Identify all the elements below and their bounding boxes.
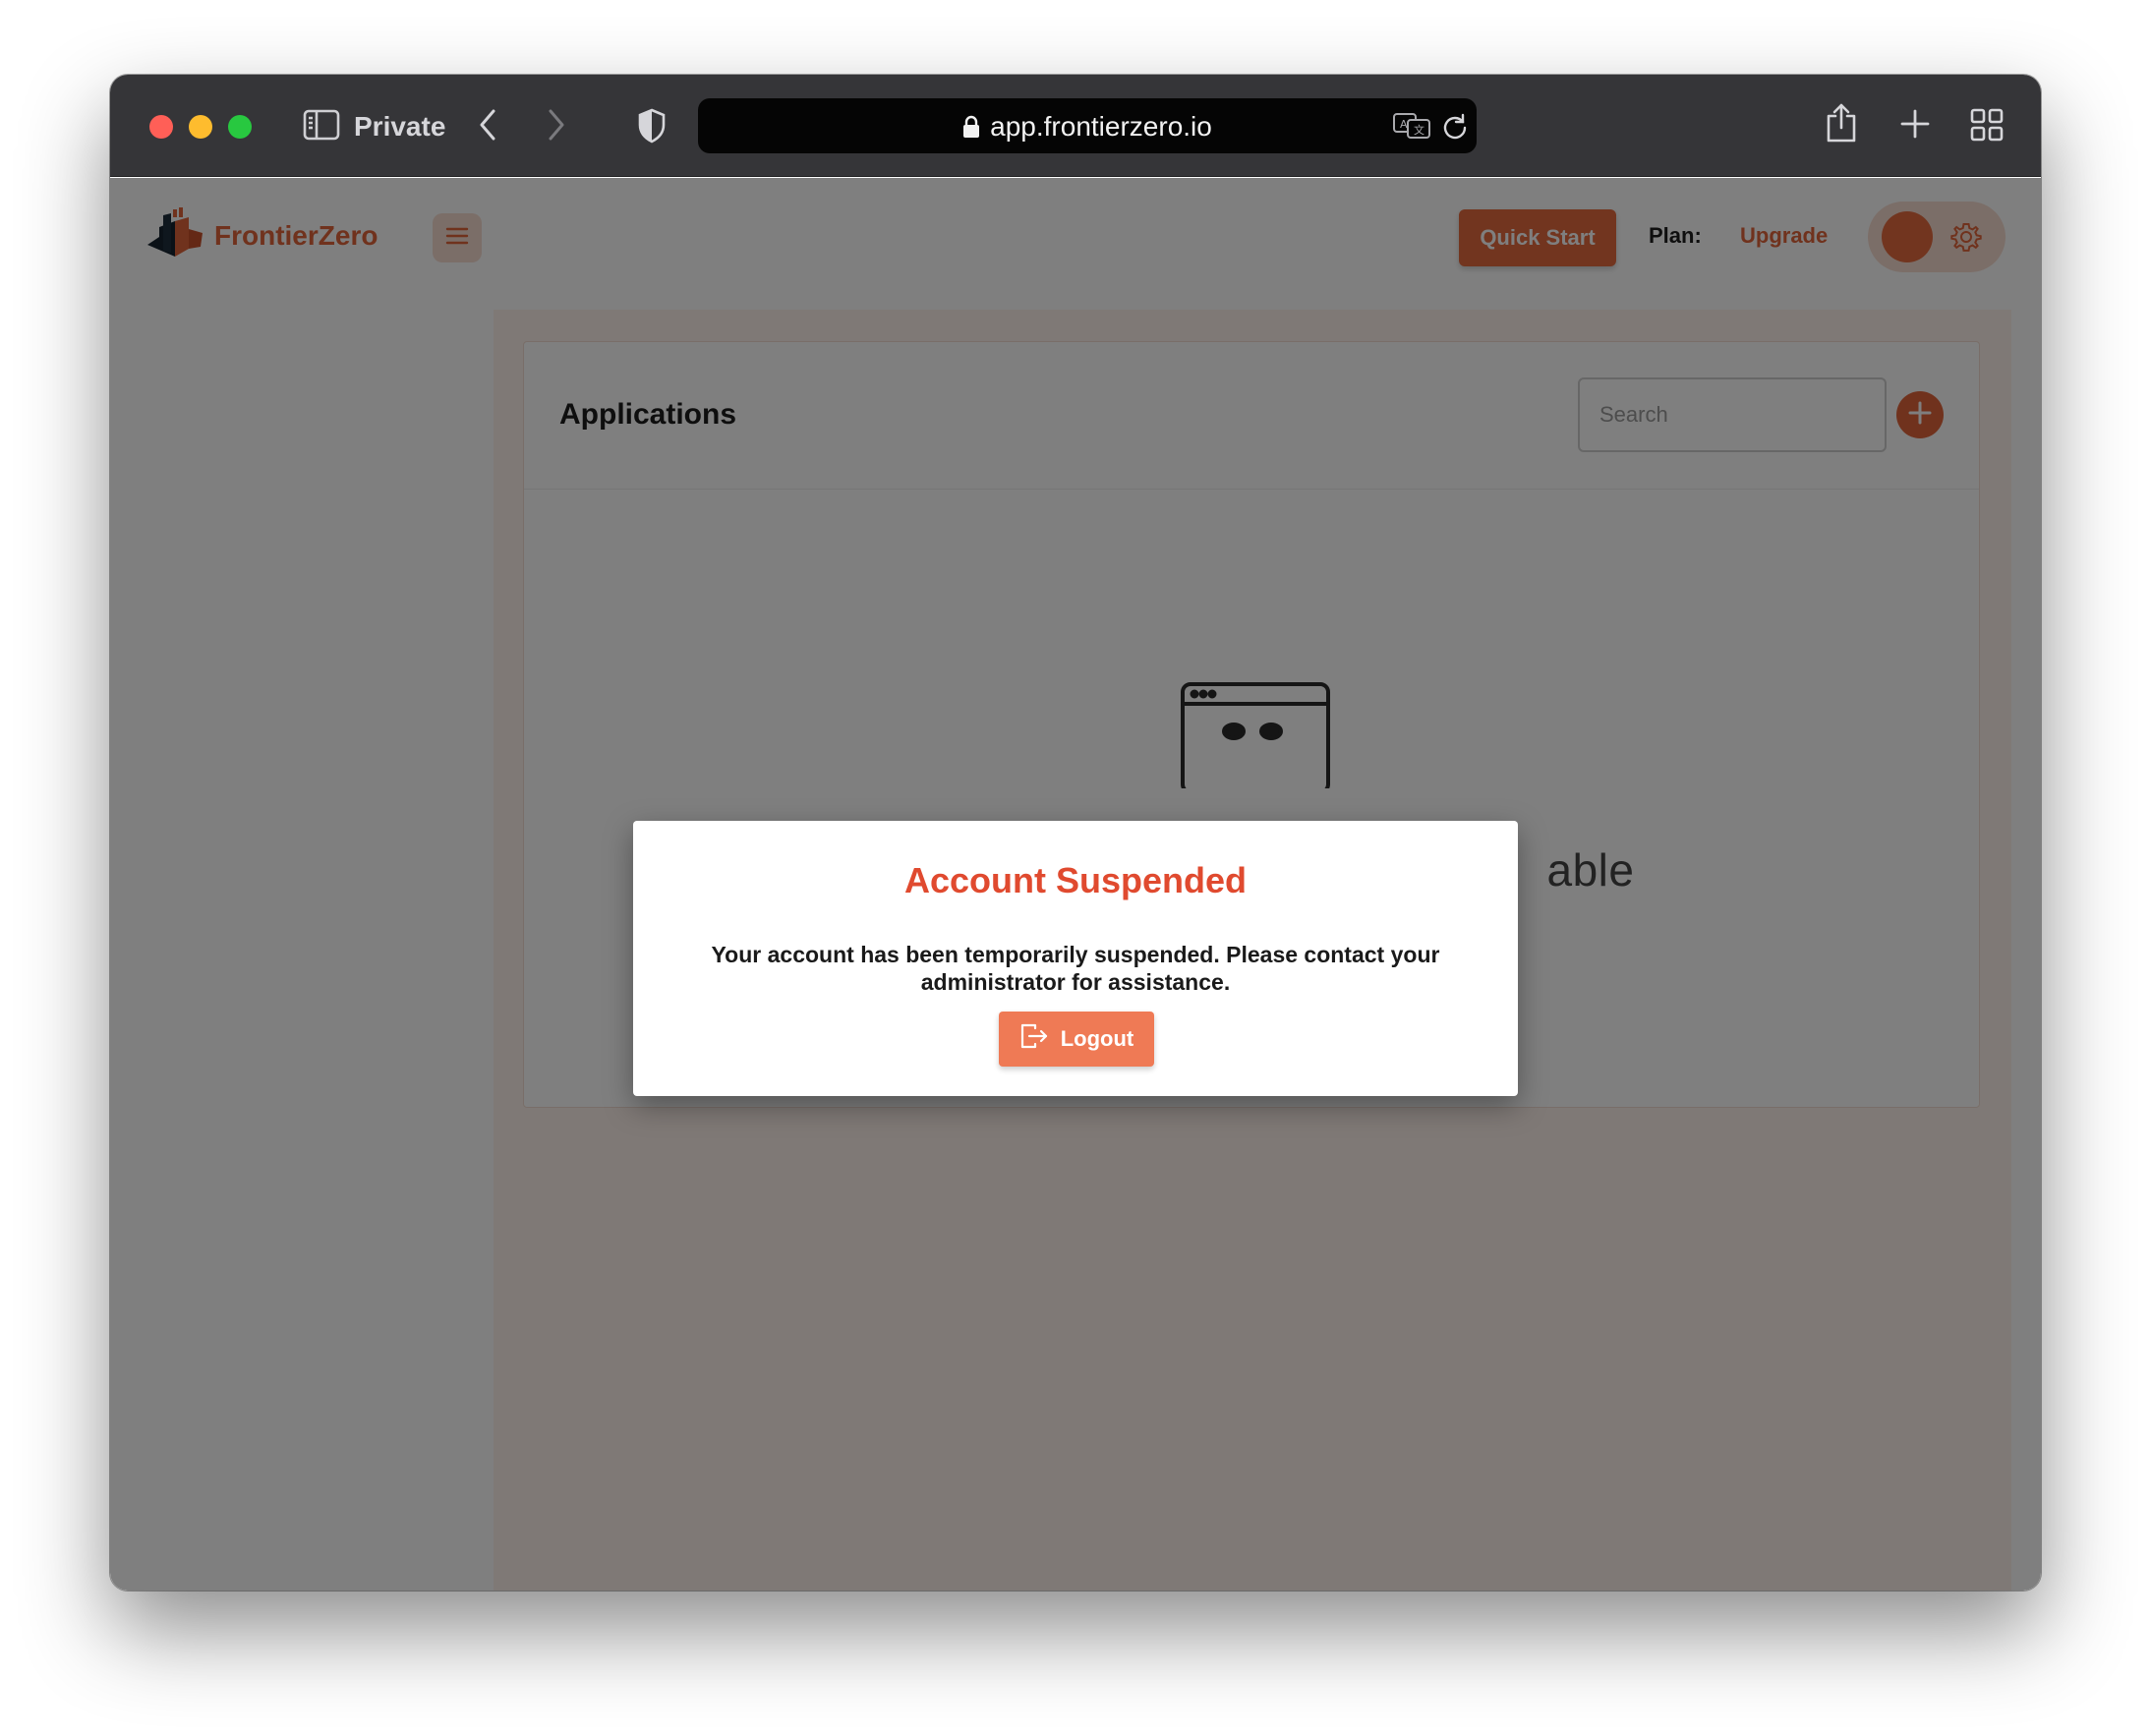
translate-icon[interactable]: A 文	[1392, 112, 1431, 140]
browser-window: Private app.frontierzero.io A 文 Search A…	[110, 75, 2041, 1591]
address-bar[interactable]: app.frontierzero.io A 文	[698, 98, 1477, 153]
share-icon[interactable]	[1825, 102, 1858, 144]
shield-icon[interactable]	[637, 108, 667, 144]
lock-icon	[962, 114, 980, 145]
logout-label: Logout	[1060, 1026, 1134, 1051]
dialog-title: Account Suspended	[903, 860, 1248, 900]
dialog-message: Your account has been temporarily suspen…	[711, 942, 1440, 995]
grid-icon[interactable]	[1970, 108, 2004, 142]
account-suspended-dialog: Account Suspended Your account has been …	[633, 821, 1518, 1096]
app-page: FrontierZero Quick Start Plan: Upgrade	[110, 178, 2041, 1591]
logout-icon	[1019, 1022, 1061, 1056]
reload-icon[interactable]	[1441, 112, 1469, 140]
url-value: app.frontierzero.io	[990, 111, 1212, 142]
close-window-button[interactable]	[149, 115, 173, 139]
zoom-window-button[interactable]	[228, 115, 252, 139]
sidebar-toggle-icon[interactable]	[303, 109, 340, 141]
svg-text:文: 文	[1414, 123, 1424, 137]
browser-toolbar: Private app.frontierzero.io A 文	[110, 75, 2041, 177]
private-label: Private	[354, 111, 446, 142]
chevron-right-icon[interactable]	[547, 108, 566, 142]
url-text: app.frontierzero.io	[698, 111, 1477, 145]
plus-icon[interactable]	[1899, 108, 1931, 140]
logout-button[interactable]: Logout	[999, 1012, 1154, 1067]
minimize-window-button[interactable]	[189, 115, 212, 139]
chevron-left-icon[interactable]	[478, 108, 497, 142]
svg-text:A: A	[1400, 118, 1408, 131]
